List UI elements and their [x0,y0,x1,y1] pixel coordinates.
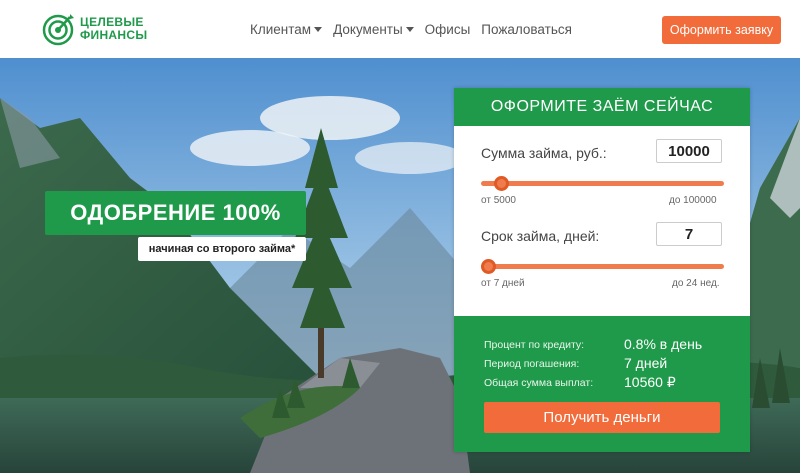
nav-item-complaint[interactable]: Пожаловаться [481,22,572,37]
term-label: Срок займа, дней: [481,228,600,244]
logo-line2: ФИНАНСЫ [80,28,148,42]
nav-item-clients[interactable]: Клиентам [250,21,323,37]
main-nav: Клиентам Документы Офисы Пожаловаться [250,0,583,58]
amount-min-label: от 5000 [481,195,516,206]
nav-item-documents[interactable]: Документы [333,22,414,37]
nav-item-label: Пожаловаться [481,21,572,37]
nav-item-label: Документы [333,21,403,37]
caret-down-icon [314,26,323,32]
term-slider-handle[interactable] [481,259,496,274]
amount-max-label: до 100000 [669,195,717,206]
nav-item-label: Офисы [424,21,471,37]
total-label: Общая сумма выплат: [484,377,594,389]
term-slider[interactable] [481,264,724,269]
logo[interactable]: ЦЕЛЕВЫЕ ФИНАНСЫ [40,10,160,48]
form-title: ОФОРМИТЕ ЗАЁМ СЕЙЧАС [454,88,750,126]
site-header: ЦЕЛЕВЫЕ ФИНАНСЫ Клиентам Документы Офисы… [0,0,800,58]
term-max-label: до 24 нед. [672,278,720,289]
logo-text: ЦЕЛЕВЫЕ ФИНАНСЫ [80,16,147,42]
amount-input[interactable]: 10000 [656,139,722,163]
term-min-label: от 7 дней [481,278,525,289]
approval-badge: ОДОБРЕНИЕ 100% [45,191,306,235]
amount-slider[interactable] [481,181,724,186]
rate-value: 0.8% в день [624,336,703,352]
loan-form: ОФОРМИТЕ ЗАЁМ СЕЙЧАС Сумма займа, руб.: … [454,88,750,452]
period-label: Период погашения: [484,358,580,370]
term-input[interactable]: 7 [656,222,722,246]
amount-label: Сумма займа, руб.: [481,145,607,161]
caret-down-icon [405,26,414,32]
total-value: 10560 ₽ [624,374,676,390]
amount-slider-handle[interactable] [493,176,509,191]
nav-item-label: Клиентам [250,21,312,37]
get-money-button[interactable]: Получить деньги [484,402,720,433]
apply-button[interactable]: Оформить заявку [662,16,781,44]
summary-box: Процент по кредиту: 0.8% в день Период п… [454,316,750,452]
period-value: 7 дней [624,355,668,371]
approval-note: начиная со второго займа* [138,237,306,261]
target-logo-icon [42,14,74,46]
nav-item-offices[interactable]: Офисы [425,22,471,37]
rate-label: Процент по кредиту: [484,339,585,351]
